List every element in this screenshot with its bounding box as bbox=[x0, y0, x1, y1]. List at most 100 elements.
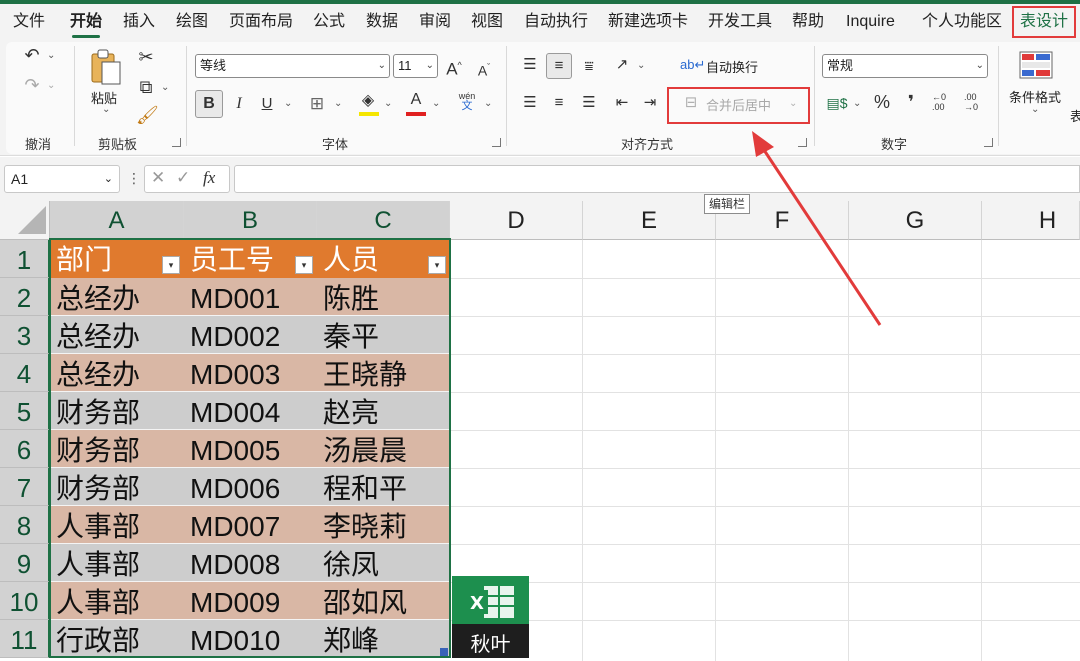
align-bottom-icon[interactable]: ⩸ bbox=[577, 56, 601, 78]
column-header-h[interactable]: H bbox=[982, 201, 1080, 240]
cell-id[interactable]: MD002 bbox=[184, 316, 317, 354]
name-box[interactable]: A1 ⌄ bbox=[4, 165, 120, 193]
tab-view[interactable]: 视图 bbox=[471, 8, 503, 36]
cell-id[interactable]: MD008 bbox=[184, 544, 317, 582]
undo-icon[interactable]: ↶ bbox=[20, 44, 44, 66]
cell-id[interactable]: MD007 bbox=[184, 506, 317, 544]
row-header-1[interactable]: 1 bbox=[0, 240, 50, 278]
decrease-decimal-button[interactable]: .00 →0 bbox=[964, 92, 990, 112]
row-header-8[interactable]: 8 bbox=[0, 506, 50, 544]
tab-insert[interactable]: 插入 bbox=[123, 8, 155, 36]
border-dropdown-icon[interactable]: ⌄ bbox=[334, 98, 342, 109]
row-header-2[interactable]: 2 bbox=[0, 278, 50, 316]
cell-name[interactable]: 郑峰 bbox=[317, 620, 450, 658]
cell-id[interactable]: MD005 bbox=[184, 430, 317, 468]
more-options-icon[interactable]: ⋮ bbox=[127, 169, 141, 187]
wrap-text-icon[interactable]: ab↵ bbox=[680, 54, 705, 76]
redo-dropdown-icon[interactable]: ⌄ bbox=[47, 80, 55, 91]
paste-icon[interactable] bbox=[88, 48, 124, 88]
cancel-icon[interactable]: ✕ bbox=[151, 168, 165, 188]
cell-name[interactable]: 程和平 bbox=[317, 468, 450, 506]
paste-dropdown-icon[interactable]: ⌄ bbox=[102, 104, 110, 115]
copy-dropdown-icon[interactable]: ⌄ bbox=[161, 82, 169, 93]
row-header-7[interactable]: 7 bbox=[0, 468, 50, 506]
cell-name[interactable]: 赵亮 bbox=[317, 392, 450, 430]
tab-home[interactable]: 开始 bbox=[70, 8, 102, 38]
row-header-11[interactable]: 11 bbox=[0, 620, 50, 658]
cell-dept[interactable]: 人事部 bbox=[50, 506, 184, 544]
conditional-format-icon[interactable] bbox=[1018, 50, 1054, 80]
number-format-select[interactable]: 常规 ⌄ bbox=[822, 54, 988, 78]
font-size-select[interactable]: 11 ⌄ bbox=[393, 54, 438, 78]
cell-id[interactable]: MD004 bbox=[184, 392, 317, 430]
tab-review[interactable]: 审阅 bbox=[419, 8, 451, 36]
align-top-icon[interactable]: ☰ bbox=[518, 54, 542, 76]
tab-draw[interactable]: 绘图 bbox=[176, 8, 208, 36]
table-resize-handle[interactable] bbox=[440, 648, 448, 656]
cell-dept[interactable]: 人事部 bbox=[50, 582, 184, 620]
tab-page-layout[interactable]: 页面布局 bbox=[229, 8, 293, 36]
undo-dropdown-icon[interactable]: ⌄ bbox=[47, 50, 55, 61]
redo-icon[interactable]: ↷ bbox=[20, 74, 44, 96]
font-color-icon[interactable]: A bbox=[404, 89, 428, 111]
phonetic-dropdown-icon[interactable]: ⌄ bbox=[484, 98, 492, 109]
accounting-format-icon[interactable]: ▤$ bbox=[824, 92, 850, 114]
tab-file[interactable]: 文件 bbox=[13, 8, 45, 36]
increase-decimal-button[interactable]: ←0 .00 bbox=[932, 92, 958, 112]
insert-function-button[interactable]: fx bbox=[203, 168, 215, 188]
orientation-dropdown-icon[interactable]: ⌄ bbox=[637, 60, 645, 71]
align-left-icon[interactable]: ☰ bbox=[518, 92, 542, 114]
filter-dropdown-icon[interactable]: ▾ bbox=[428, 256, 446, 274]
row-header-3[interactable]: 3 bbox=[0, 316, 50, 354]
column-header-c[interactable]: C bbox=[317, 201, 450, 240]
column-header-e[interactable]: E bbox=[583, 201, 716, 240]
merge-center-dropdown-icon[interactable]: ⌄ bbox=[789, 98, 797, 109]
grow-font-icon[interactable]: A^ bbox=[443, 54, 465, 81]
column-header-d[interactable]: D bbox=[450, 201, 583, 240]
italic-button[interactable]: I bbox=[228, 93, 250, 115]
shrink-font-icon[interactable]: Aˇ bbox=[473, 56, 495, 82]
tab-help[interactable]: 帮助 bbox=[792, 8, 824, 36]
row-header-10[interactable]: 10 bbox=[0, 582, 50, 620]
format-as-table-label[interactable]: 表 bbox=[1070, 106, 1080, 125]
number-launcher-icon[interactable] bbox=[984, 138, 993, 147]
filter-dropdown-icon[interactable]: ▾ bbox=[162, 256, 180, 274]
cell-dept[interactable]: 行政部 bbox=[50, 620, 184, 658]
font-launcher-icon[interactable] bbox=[492, 138, 501, 147]
cut-icon[interactable]: ✂ bbox=[136, 46, 156, 68]
align-center-icon[interactable]: ≡ bbox=[547, 92, 571, 114]
tab-formulas[interactable]: 公式 bbox=[313, 8, 345, 36]
tab-table-design[interactable]: 表设计 bbox=[1012, 6, 1077, 38]
formula-input[interactable] bbox=[234, 165, 1080, 193]
clipboard-launcher-icon[interactable] bbox=[172, 138, 181, 147]
format-painter-icon[interactable]: 🖌 bbox=[136, 104, 159, 126]
cell-id[interactable]: MD006 bbox=[184, 468, 317, 506]
cell-name[interactable]: 徐凤 bbox=[317, 544, 450, 582]
comma-style-button[interactable]: ❜ bbox=[900, 91, 922, 113]
tab-automate[interactable]: 自动执行 bbox=[524, 8, 588, 36]
cell-dept[interactable]: 财务部 bbox=[50, 468, 184, 506]
cell-dept[interactable]: 总经办 bbox=[50, 278, 184, 316]
phonetic-icon[interactable]: wén 文 bbox=[456, 91, 478, 112]
row-header-4[interactable]: 4 bbox=[0, 354, 50, 392]
cell-id[interactable]: MD009 bbox=[184, 582, 317, 620]
tab-developer[interactable]: 开发工具 bbox=[708, 8, 772, 36]
filter-dropdown-icon[interactable]: ▾ bbox=[295, 256, 313, 274]
accounting-dropdown-icon[interactable]: ⌄ bbox=[853, 98, 861, 109]
cell-name[interactable]: 邵如风 bbox=[317, 582, 450, 620]
underline-dropdown-icon[interactable]: ⌄ bbox=[284, 98, 292, 109]
cell-dept[interactable]: 财务部 bbox=[50, 430, 184, 468]
orientation-icon[interactable]: ↗ bbox=[610, 54, 634, 76]
cell-name[interactable]: 陈胜 bbox=[317, 278, 450, 316]
cell-id[interactable]: MD010 bbox=[184, 620, 317, 658]
copy-icon[interactable]: ⧉ bbox=[136, 76, 156, 98]
decrease-indent-icon[interactable]: ⇤ bbox=[610, 92, 634, 114]
enter-icon[interactable]: ✓ bbox=[176, 168, 190, 188]
fill-color-icon[interactable]: ◈ bbox=[356, 90, 380, 112]
cell-name[interactable]: 秦平 bbox=[317, 316, 450, 354]
fill-color-dropdown-icon[interactable]: ⌄ bbox=[384, 98, 392, 109]
column-header-b[interactable]: B bbox=[184, 201, 317, 240]
merge-center-button[interactable]: 合并后居中 bbox=[706, 95, 771, 114]
cell-dept[interactable]: 总经办 bbox=[50, 354, 184, 392]
cell-id[interactable]: MD001 bbox=[184, 278, 317, 316]
